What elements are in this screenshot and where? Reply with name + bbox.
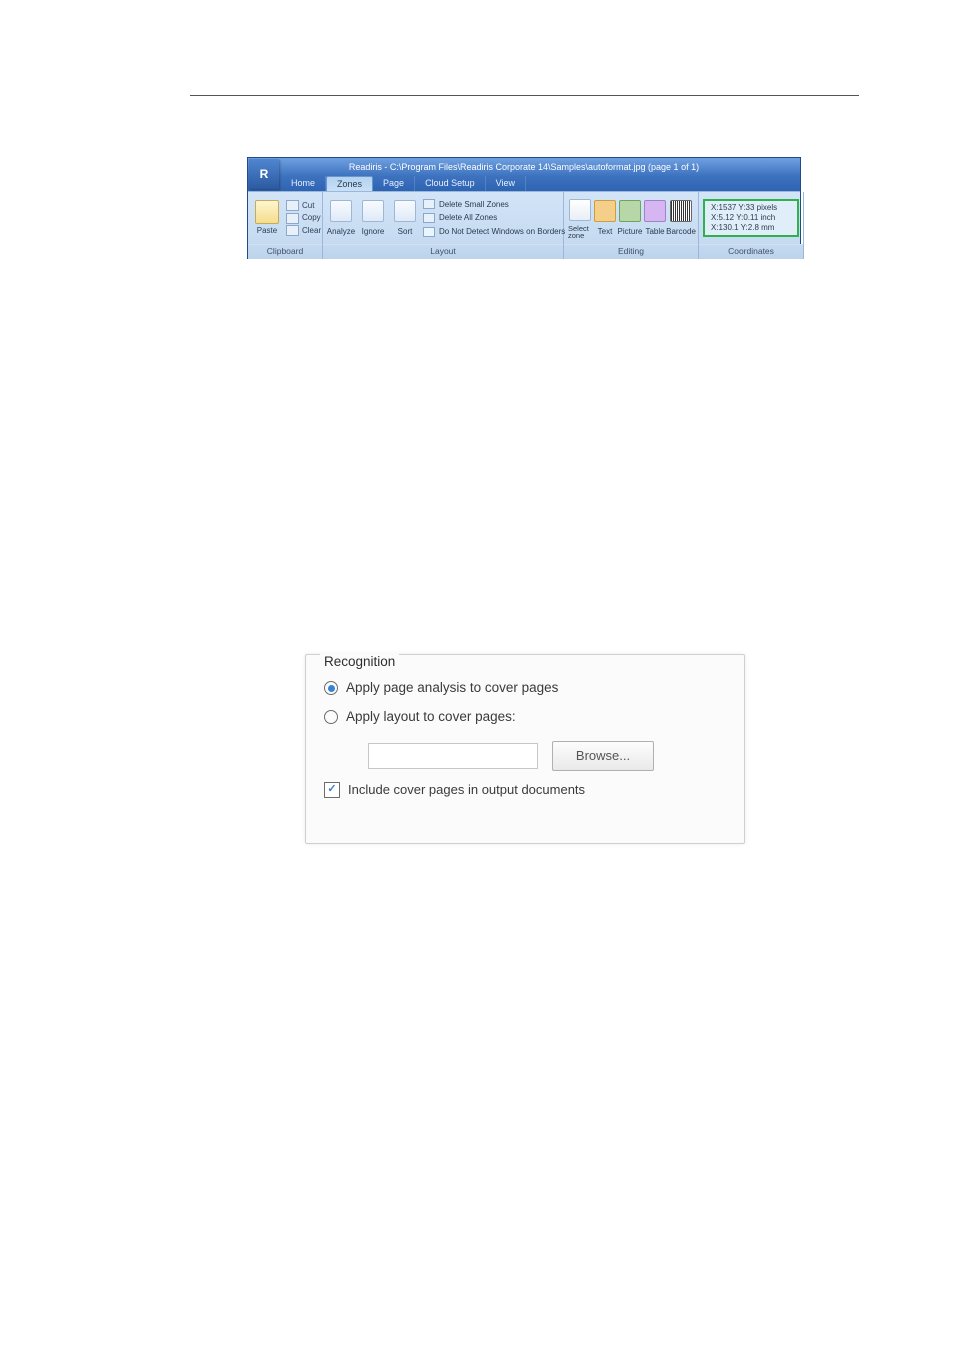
copy-icon bbox=[286, 213, 299, 224]
browse-button[interactable]: Browse... bbox=[552, 741, 654, 771]
radio-label: Apply page analysis to cover pages bbox=[346, 679, 558, 698]
group-label-coordinates: Coordinates bbox=[699, 244, 803, 259]
recognition-legend: Recognition bbox=[320, 653, 399, 672]
copy-button[interactable]: Copy bbox=[286, 212, 321, 223]
layout-path-input[interactable] bbox=[368, 743, 538, 769]
ribbon-screenshot: R Readiris - C:\Program Files\Readiris C… bbox=[248, 158, 800, 258]
clear-icon bbox=[286, 225, 299, 236]
link-zoning-templates: See Using Zoning Templates. bbox=[190, 963, 770, 980]
coords-mm: X:130.1 Y:2.8 mm bbox=[711, 223, 791, 233]
window-title: Readiris - C:\Program Files\Readiris Cor… bbox=[248, 158, 800, 176]
radio-apply-layout[interactable]: Apply layout to cover pages: bbox=[324, 708, 732, 727]
ignore-button[interactable]: Ignore bbox=[359, 198, 387, 237]
checkbox-icon bbox=[423, 227, 435, 237]
tab-cloud-setup[interactable]: Cloud Setup bbox=[415, 176, 486, 191]
ribbon-tabs: Home Zones Page Cloud Setup View bbox=[248, 176, 800, 191]
group-label-editing: Editing bbox=[564, 244, 698, 259]
text-icon bbox=[594, 200, 616, 222]
radio-icon bbox=[324, 681, 338, 695]
cut-button[interactable]: Cut bbox=[286, 200, 321, 211]
tab-zones[interactable]: Zones bbox=[326, 176, 373, 191]
delete-all-zones[interactable]: Delete All Zones bbox=[423, 212, 565, 223]
clear-button[interactable]: Clear bbox=[286, 225, 321, 236]
link-recognition-options: See Selecting the Recognition Options. bbox=[190, 906, 770, 923]
checkbox-icon bbox=[324, 782, 340, 798]
coords-pixels: X:1537 Y:33 pixels bbox=[711, 203, 791, 213]
checkbox-label: Include cover pages in output documents bbox=[348, 781, 585, 799]
subhead-learn-more-recognition: To learn more about regular recognition … bbox=[190, 877, 770, 894]
desc-apply-page-analysis: When you select Apply page analysis to c… bbox=[190, 390, 770, 424]
desc-apply-layout: When you select Apply layout to cover pa… bbox=[190, 433, 770, 467]
paste-button[interactable]: Paste bbox=[257, 225, 277, 236]
analyze-icon bbox=[330, 200, 352, 222]
cut-icon bbox=[286, 200, 299, 211]
para-documents-tab: On the Documents tab you determine how R… bbox=[190, 1018, 770, 1035]
radio-icon bbox=[324, 710, 338, 724]
header-divider bbox=[190, 95, 859, 96]
select-zone-button[interactable]: Select zone bbox=[568, 197, 592, 240]
recognition-panel: Recognition Apply page analysis to cover… bbox=[305, 654, 745, 844]
paste-icon[interactable] bbox=[255, 200, 279, 224]
sort-button[interactable]: Sort bbox=[391, 198, 419, 237]
tab-home[interactable]: Home bbox=[281, 176, 326, 191]
barcode-zone-button[interactable]: Barcode bbox=[668, 198, 694, 237]
table-icon bbox=[644, 200, 666, 222]
bullet-draw-frame: Use the cursor to draw a frame around th… bbox=[218, 284, 770, 301]
heading-4-4: 4.4 Define the structure of the output d… bbox=[190, 990, 770, 1008]
cursor-icon bbox=[569, 199, 591, 221]
picture-icon bbox=[619, 200, 641, 222]
desc-include-cover: When you select Include cover pages in o… bbox=[190, 477, 770, 511]
delete-all-icon bbox=[423, 213, 435, 223]
delete-small-zones[interactable]: Delete Small Zones bbox=[423, 199, 565, 210]
app-menu-icon[interactable]: R bbox=[249, 159, 279, 189]
table-zone-button[interactable]: Table bbox=[645, 198, 665, 237]
subhead-recognition-options: Recognition options bbox=[190, 361, 770, 378]
radio-label: Apply layout to cover pages: bbox=[346, 708, 516, 727]
radio-apply-page-analysis[interactable]: Apply page analysis to cover pages bbox=[324, 679, 732, 698]
no-detect-borders[interactable]: Do Not Detect Windows on Borders bbox=[423, 226, 565, 237]
picture-zone-button[interactable]: Picture bbox=[618, 198, 642, 237]
text-zone-button[interactable]: Text bbox=[595, 198, 615, 237]
group-label-clipboard: Clipboard bbox=[248, 244, 322, 259]
barcode-icon bbox=[670, 200, 692, 222]
tab-page[interactable]: Page bbox=[373, 176, 415, 191]
delete-small-icon bbox=[423, 199, 435, 209]
subhead-learn-more-templates: To learn how to create zoning templates: bbox=[190, 935, 770, 952]
para-recognition-intro: You can also apply page analysis or a zo… bbox=[190, 332, 770, 349]
heading-4-3: 4.3 Select the recognition options bbox=[190, 305, 770, 323]
coordinates-readout: X:1537 Y:33 pixels X:5.12 Y:0.11 inch X:… bbox=[703, 199, 799, 237]
ignore-icon bbox=[362, 200, 384, 222]
sort-icon bbox=[394, 200, 416, 222]
analyze-button[interactable]: Analyze bbox=[327, 198, 355, 237]
group-label-layout: Layout bbox=[323, 244, 563, 259]
coords-inch: X:5.12 Y:0.11 inch bbox=[711, 213, 791, 223]
include-cover-pages-checkbox[interactable]: Include cover pages in output documents bbox=[324, 781, 732, 799]
tab-view[interactable]: View bbox=[486, 176, 526, 191]
